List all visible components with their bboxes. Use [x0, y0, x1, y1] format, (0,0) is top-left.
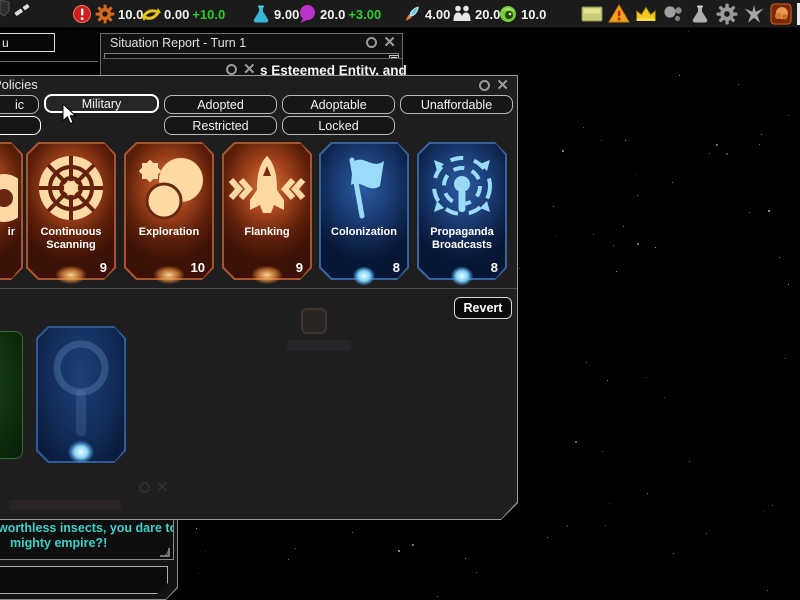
policy-cost: 9	[295, 260, 303, 275]
stat-delta: +10.0	[192, 6, 226, 22]
scan-wheel-icon	[39, 156, 103, 220]
policy-card-continuous-scanning[interactable]: Continuous Scanning 9	[26, 142, 116, 288]
diplomacy-dialog-window: worthless insects, you dare to mighty em…	[0, 515, 178, 600]
population-icon	[452, 4, 472, 24]
adopted-policy-card-blue[interactable]	[36, 326, 126, 463]
stat-vision: 10.0	[498, 0, 546, 28]
card-glow-orb	[64, 437, 98, 463]
filter-tab-unaffordable[interactable]: Unaffordable	[400, 95, 513, 114]
stat-value: 10.0	[118, 6, 144, 22]
policy-card-partial[interactable]: ir	[0, 142, 23, 280]
dialog-message-line1: worthless insects, you dare to	[0, 521, 174, 535]
stat-research: 9.00	[251, 0, 299, 28]
close-icon[interactable]: ✕	[496, 78, 509, 93]
revert-button[interactable]: Revert	[454, 297, 512, 319]
dialog-message-line2: mighty empire?!	[10, 536, 108, 550]
crown-icon[interactable]	[635, 3, 657, 25]
card-icon[interactable]	[581, 3, 603, 25]
filter-tab-economic[interactable]: ic	[0, 95, 39, 114]
flask-icon	[251, 4, 271, 24]
ghost-window-controls: ✕	[139, 480, 169, 495]
filter-tab-locked[interactable]: Locked	[282, 116, 395, 135]
filter-tab-adoptable[interactable]: Adoptable	[282, 95, 395, 114]
stat-value: 20.0	[320, 6, 346, 22]
filter-tab-partial[interactable]	[0, 116, 41, 135]
eye-icon	[498, 4, 518, 24]
ghost-emblem	[301, 308, 327, 334]
policy-name: Continuous Scanning	[40, 226, 102, 251]
pencil-icon[interactable]	[12, 0, 32, 20]
pin-icon[interactable]	[479, 80, 491, 91]
menu-window-fragment: u	[0, 30, 98, 62]
menu-tab-label: u	[2, 35, 9, 50]
planets-icon[interactable]	[662, 3, 684, 25]
policy-card-propaganda-broadcasts[interactable]: Propaganda Broadcasts 8	[417, 142, 507, 289]
coins-icon	[141, 4, 161, 24]
stat-value: 10.0	[521, 6, 547, 22]
section-divider	[0, 288, 517, 289]
top-bar-buttons	[581, 0, 792, 28]
resource-top-bar: 10.0 0.00 +10.0 9.00 20.0 +3.00 4.00 20.…	[0, 0, 800, 28]
broadcast-icon	[432, 156, 492, 216]
research-flask-icon[interactable]	[689, 3, 711, 25]
policy-card-colonization[interactable]: Colonization 8	[319, 142, 409, 289]
shield-icon	[0, 0, 10, 20]
policy-name: Exploration	[138, 226, 200, 238]
stat-value: 4.00	[425, 6, 451, 22]
menu-tab[interactable]: u	[0, 33, 55, 52]
stat-value: 0.00	[164, 6, 190, 22]
gear-icon	[95, 4, 115, 24]
stat-value: 9.00	[274, 6, 300, 22]
policy-name: Colonization	[331, 226, 397, 238]
pin-icon[interactable]	[226, 64, 237, 75]
ghost-text	[287, 340, 351, 351]
stat-ships: 4.00	[402, 0, 450, 28]
chat-bubble-icon	[297, 4, 317, 24]
window-controls: ✕	[226, 62, 256, 77]
policy-name: Propaganda Broadcasts	[430, 226, 494, 251]
policy-cost: 9	[99, 260, 107, 275]
policy-name: ir	[7, 226, 15, 238]
policy-cost: 10	[190, 260, 205, 275]
policy-card-exploration[interactable]: Exploration 10	[124, 142, 214, 288]
resize-corner-icon[interactable]	[159, 547, 170, 557]
adopted-policy-card-green[interactable]	[0, 331, 23, 459]
window-controls: ✕	[479, 78, 509, 93]
close-icon[interactable]: ✕	[243, 62, 256, 77]
window-title: Policies	[0, 77, 38, 92]
filter-tab-restricted[interactable]: Restricted	[164, 116, 277, 135]
filter-tab-adopted[interactable]: Adopted	[164, 95, 277, 114]
flag-icon	[349, 157, 384, 219]
race-portrait-icon[interactable]	[770, 3, 792, 25]
mouse-cursor	[62, 104, 77, 125]
window-title: Situation Report - Turn 1	[110, 36, 247, 50]
stat-value: 20.0	[475, 6, 501, 22]
stat-money: 0.00 +10.0	[141, 0, 225, 28]
repair-icon	[0, 174, 18, 222]
close-icon[interactable]: ✕	[383, 35, 396, 50]
game-screen: 10.0 0.00 +10.0 9.00 20.0 +3.00 4.00 20.…	[0, 0, 800, 600]
settings-gear-icon[interactable]	[716, 3, 738, 25]
policy-name: Flanking	[244, 226, 290, 238]
alert-icon[interactable]	[72, 0, 92, 28]
ghost-text	[9, 500, 121, 510]
eagle-icon[interactable]	[743, 3, 765, 25]
rocket-chevrons-icon	[228, 156, 306, 213]
pin-icon[interactable]	[366, 37, 378, 48]
policy-card-flanking[interactable]: Flanking 9	[222, 142, 312, 288]
rocket-icon	[402, 4, 422, 24]
dialog-message-box: worthless insects, you dare to mighty em…	[0, 516, 174, 560]
policies-window: Policies ✕ ic Military Adopted Adoptable…	[0, 75, 518, 520]
policy-cost: 8	[392, 260, 400, 275]
warning-icon[interactable]	[608, 3, 630, 25]
sun-planet-icon	[138, 158, 203, 220]
stat-influence: 20.0 +3.00	[297, 0, 381, 28]
stat-labor: 10.0	[95, 0, 143, 28]
window-controls: ✕	[366, 35, 396, 50]
stat-delta: +3.00	[348, 6, 382, 22]
policy-cost: 8	[490, 260, 498, 275]
stat-population: 20.0	[452, 0, 500, 28]
dialog-input-box[interactable]	[0, 566, 168, 594]
